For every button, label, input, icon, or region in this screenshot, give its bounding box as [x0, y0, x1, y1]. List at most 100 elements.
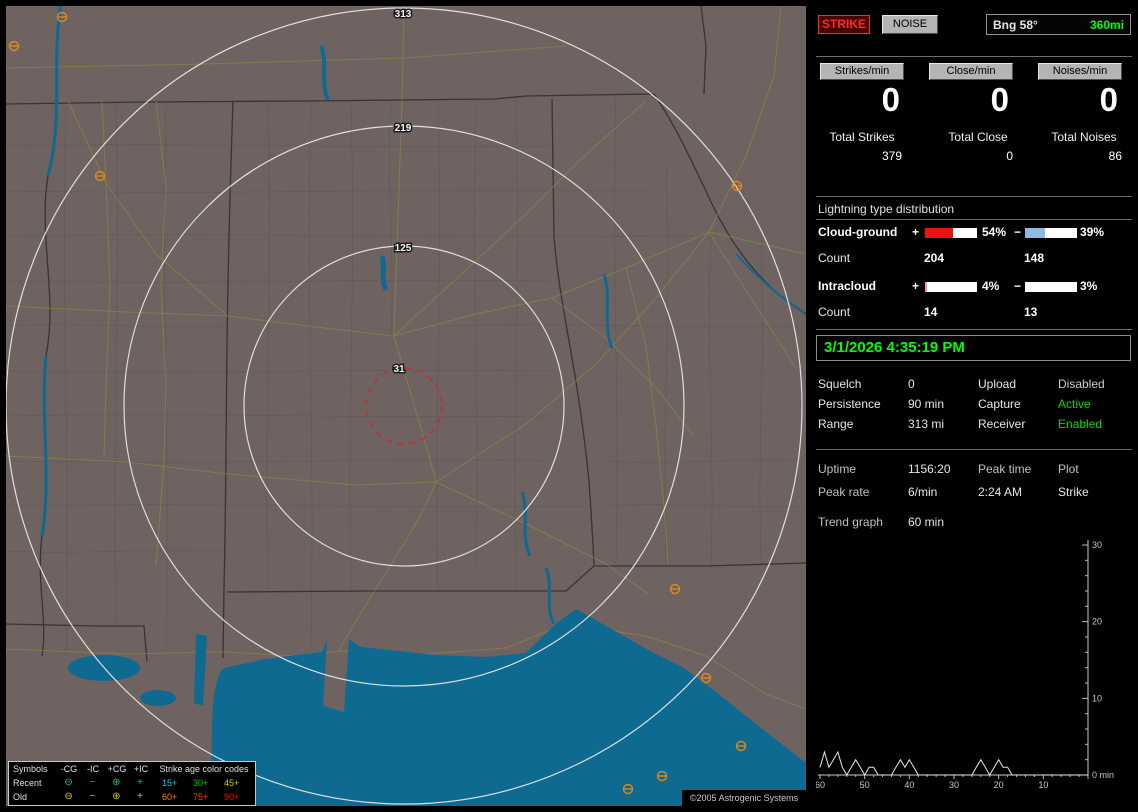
bearing-range-value: 360mi [1089, 17, 1124, 32]
cloud-ground-plus-pct: 54% [982, 225, 1007, 239]
intracloud-count-row: Count 14 13 [816, 305, 1132, 321]
stats-row: Uptime 1156:20 Peak time Plot [816, 462, 1132, 478]
total-close-label: Total Close [948, 130, 1008, 144]
cloud-ground-count-row: Count 204 148 [816, 251, 1132, 267]
ic-neg-old-icon: − [89, 791, 96, 802]
intracloud-plus-count: 14 [924, 305, 938, 319]
copyright-notice: ©2005 Astrogenic Systems [682, 790, 806, 806]
age-code-90: 90+ [224, 792, 240, 802]
plot-value: Strike [1058, 485, 1089, 499]
count-label: Count [818, 251, 851, 265]
trend-window-value: 60 min [908, 515, 945, 529]
svg-text:20: 20 [994, 780, 1004, 790]
capture-status: Active [1058, 397, 1091, 411]
intracloud-minus-count: 13 [1024, 305, 1038, 319]
svg-text:20: 20 [1092, 617, 1102, 627]
legend-symbols-header: Symbols [13, 764, 48, 774]
intracloud-plus-bar [924, 281, 978, 293]
persistence-label: Persistence [818, 397, 881, 411]
separator [816, 196, 1132, 197]
squelch-label: Squelch [818, 377, 862, 391]
ring-label-219: 219 [395, 123, 412, 134]
separator [816, 56, 1132, 57]
legend-recent-label: Recent [13, 778, 42, 788]
legend-age-header: Strike age color codes [159, 764, 249, 774]
cloud-ground-minus-pct: 39% [1080, 225, 1105, 239]
settings-row: Range 313 mi Receiver Enabled [816, 417, 1132, 433]
noises-per-min-value: 0 [1099, 81, 1118, 118]
total-noises-value: 86 [1108, 149, 1122, 163]
cloud-ground-label: Cloud-ground [818, 225, 898, 239]
noises-per-min-header[interactable]: Noises/min [1038, 63, 1122, 80]
plus-sign: + [912, 279, 920, 293]
legend-col-cg-pos: +CG [107, 764, 127, 774]
cloud-ground-row: Cloud-ground + 54% − 39% [816, 225, 1132, 241]
lightning-map[interactable]: 313 219 125 31 Symbols -CG -IC +CG +IC S… [6, 6, 806, 806]
trend-graph-plot: 30 20 10 60 50 40 30 20 10 0 min [815, 540, 1114, 790]
svg-text:30: 30 [949, 780, 959, 790]
total-strikes-value: 379 [881, 149, 902, 163]
strikes-per-min-value: 0 [881, 81, 900, 118]
persistence-value: 90 min [908, 397, 945, 411]
upload-status: Disabled [1058, 377, 1105, 391]
peak-time-label: Peak time [978, 462, 1032, 476]
map-legend: Symbols -CG -IC +CG +IC Strike age color… [8, 761, 256, 806]
datetime-display: 3/1/2026 4:35:19 PM [816, 335, 1131, 361]
cg-neg-recent-icon: ⊖ [64, 777, 73, 788]
stats-row: Peak rate 6/min 2:24 AM Strike [816, 485, 1132, 501]
settings-row: Squelch 0 Upload Disabled [816, 377, 1132, 393]
age-code-30: 30+ [193, 778, 209, 788]
svg-text:40: 40 [904, 780, 914, 790]
strike-toggle-button[interactable]: STRIKE [818, 15, 870, 34]
separator [816, 219, 1132, 220]
map-canvas: 313 219 125 31 [6, 6, 806, 806]
total-close-value: 0 [1006, 149, 1013, 163]
svg-text:10: 10 [1092, 693, 1102, 703]
cg-neg-old-icon: ⊖ [64, 791, 73, 802]
intracloud-plus-pct: 4% [982, 279, 1000, 293]
age-code-45: 45+ [224, 778, 240, 788]
age-code-15: 15+ [162, 778, 178, 788]
uptime-value: 1156:20 [908, 462, 951, 476]
intracloud-row: Intracloud + 4% − 3% [816, 279, 1132, 295]
noise-toggle-button[interactable]: NOISE [882, 15, 938, 34]
distribution-title: Lightning type distribution [818, 202, 955, 216]
close-per-min-value: 0 [990, 81, 1009, 118]
total-strikes-label: Total Strikes [829, 130, 895, 144]
ring-label-31: 31 [393, 364, 405, 375]
svg-text:50: 50 [860, 780, 870, 790]
svg-text:10: 10 [1038, 780, 1048, 790]
uptime-label: Uptime [818, 462, 857, 476]
upload-label: Upload [978, 377, 1017, 391]
ic-neg-recent-icon: − [89, 777, 96, 788]
cg-pos-old-icon: ⊕ [112, 791, 121, 802]
peak-rate-value: 6/min [908, 485, 938, 499]
cloud-ground-plus-count: 204 [924, 251, 945, 265]
bearing-value: Bng 58° [993, 17, 1038, 32]
minus-sign: − [1014, 279, 1022, 293]
separator [816, 329, 1132, 330]
count-label: Count [818, 305, 851, 319]
peak-rate-label: Peak rate [818, 485, 870, 499]
squelch-value: 0 [908, 377, 915, 391]
intracloud-label: Intracloud [818, 279, 877, 293]
separator [816, 449, 1132, 450]
capture-label: Capture [978, 397, 1021, 411]
receiver-status: Enabled [1058, 417, 1103, 431]
range-label: Range [818, 417, 854, 431]
cloud-ground-minus-bar [1024, 227, 1078, 239]
svg-text:0 min: 0 min [1092, 770, 1114, 780]
ic-pos-old-icon: + [137, 791, 143, 802]
ring-label-125: 125 [395, 243, 412, 254]
total-noises-label: Total Noises [1051, 130, 1117, 144]
strikes-per-min-header[interactable]: Strikes/min [820, 63, 904, 80]
ring-label-313: 313 [395, 9, 412, 20]
legend-col-ic-pos: +IC [133, 764, 149, 774]
intracloud-minus-bar [1024, 281, 1078, 293]
legend-col-cg-neg: -CG [60, 764, 78, 774]
intracloud-minus-pct: 3% [1080, 279, 1098, 293]
trend-graph: 30 20 10 60 50 40 30 20 10 0 min [815, 535, 1132, 807]
range-value: 313 mi [908, 417, 945, 431]
trend-graph-header: Trend graph 60 min [816, 515, 1132, 531]
close-per-min-header[interactable]: Close/min [929, 63, 1013, 80]
